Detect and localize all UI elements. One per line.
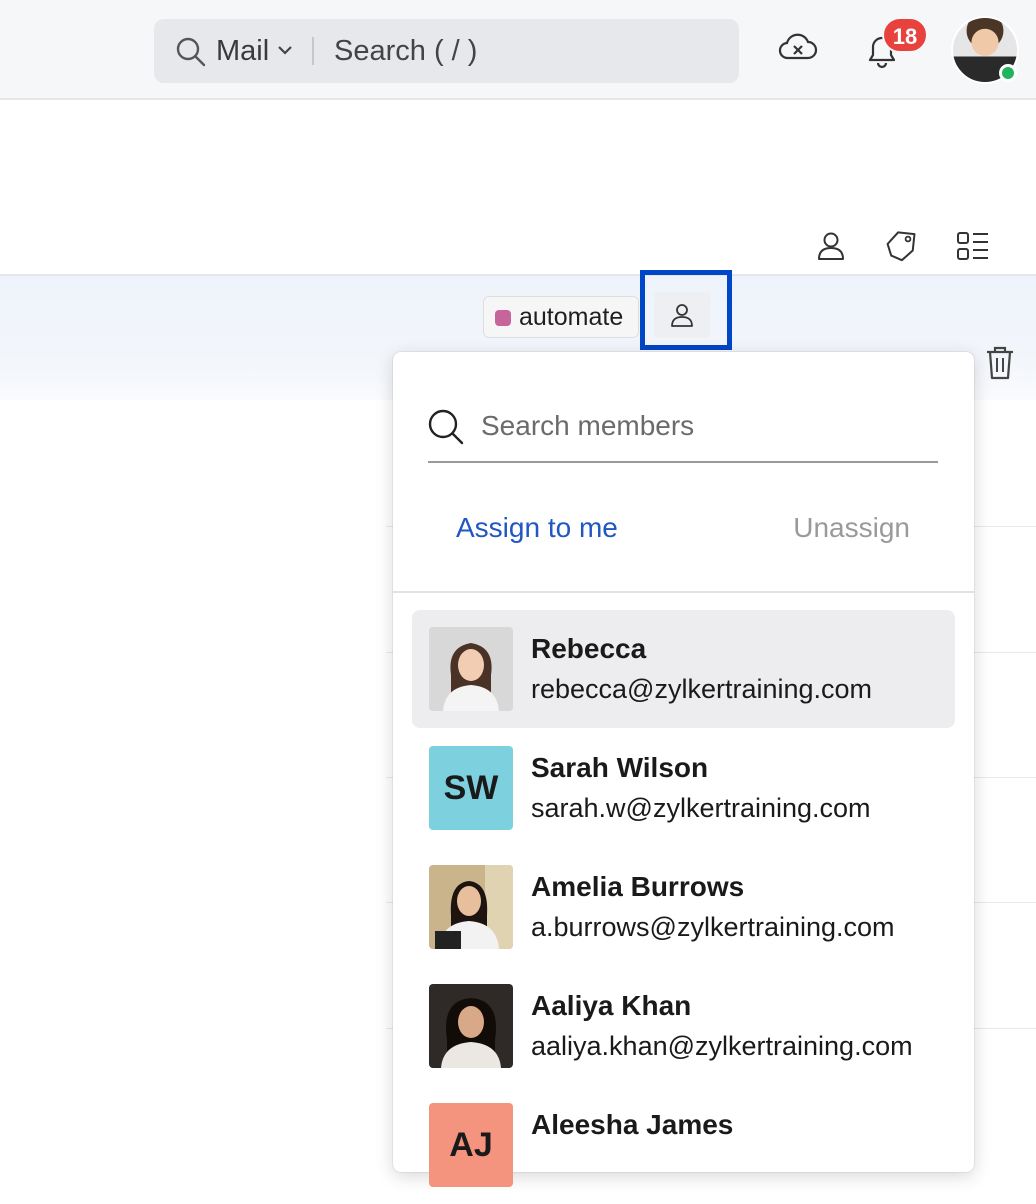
- top-bar: Mail Search ( / ) 18: [0, 0, 1036, 100]
- notification-count-badge: 18: [882, 17, 928, 53]
- person-photo-icon: [429, 984, 513, 1068]
- member-item-aleesha-james[interactable]: AJ Aleesha James: [412, 1086, 955, 1204]
- member-item-rebecca[interactable]: Rebecca rebecca@zylkertraining.com: [412, 610, 955, 728]
- search-icon: [176, 37, 206, 67]
- person-photo-icon: [429, 627, 513, 711]
- person-photo-icon: [429, 865, 513, 949]
- cloud-offline-icon[interactable]: [778, 30, 818, 66]
- global-search-bar[interactable]: Mail Search ( / ): [154, 19, 739, 83]
- member-email: rebecca@zylkertraining.com: [531, 674, 873, 704]
- online-status-indicator: [999, 64, 1017, 82]
- tag-chip[interactable]: automate: [483, 296, 639, 338]
- search-scope-label[interactable]: Mail: [216, 33, 269, 69]
- view-list-icon[interactable]: [955, 228, 991, 264]
- member-item-amelia-burrows[interactable]: Amelia Burrows a.burrows@zylkertraining.…: [412, 848, 955, 966]
- member-item-sarah-wilson[interactable]: SW Sarah Wilson sarah.w@zylkertraining.c…: [412, 729, 955, 847]
- tag-label: automate: [519, 303, 624, 331]
- member-avatar: [429, 865, 513, 949]
- search-members-input[interactable]: [481, 404, 921, 448]
- search-input[interactable]: Search ( / ): [334, 33, 477, 69]
- member-avatar: [429, 984, 513, 1068]
- search-separator: [312, 37, 314, 65]
- member-email: aaliya.khan@zylkertraining.com: [531, 1031, 913, 1061]
- assign-to-me-link[interactable]: Assign to me: [456, 508, 618, 548]
- search-underline: [428, 461, 938, 463]
- unassign-link[interactable]: Unassign: [793, 508, 910, 548]
- tag-icon[interactable]: [884, 228, 920, 264]
- member-name: Amelia Burrows: [531, 871, 745, 902]
- member-email: sarah.w@zylkertraining.com: [531, 793, 871, 823]
- chevron-down-icon[interactable]: [278, 45, 292, 55]
- assign-member-dropdown: Assign to me Unassign Rebecca rebecca@zy…: [393, 352, 974, 1187]
- member-avatar: [429, 627, 513, 711]
- dropdown-divider: [393, 591, 974, 593]
- tag-color-dot: [495, 310, 511, 326]
- trash-icon[interactable]: [984, 344, 1016, 382]
- member-name: Sarah Wilson: [531, 752, 709, 783]
- contact-icon[interactable]: [813, 228, 849, 264]
- member-avatar-initials: SW: [429, 746, 513, 830]
- member-avatar-initials: AJ: [429, 1103, 513, 1187]
- member-name: Rebecca: [531, 633, 647, 664]
- search-icon: [428, 409, 464, 445]
- member-name: Aleesha James: [531, 1109, 734, 1140]
- member-name: Aaliya Khan: [531, 990, 692, 1021]
- member-item-aaliya-khan[interactable]: Aaliya Khan aaliya.khan@zylkertraining.c…: [412, 967, 955, 1085]
- highlight-annotation-box: [640, 270, 732, 350]
- member-email: a.burrows@zylkertraining.com: [531, 912, 895, 942]
